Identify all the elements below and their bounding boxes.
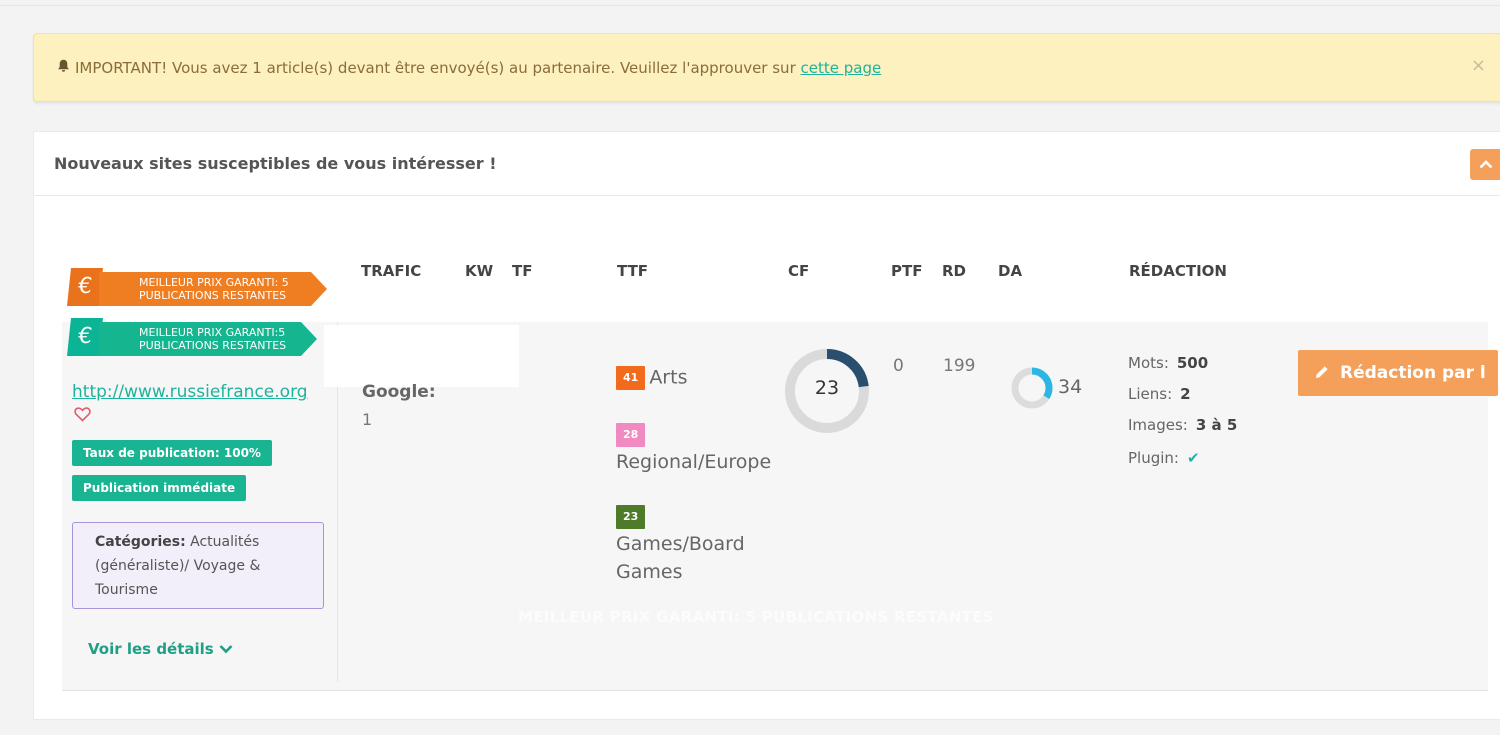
redaction-button[interactable]: Rédaction par l	[1298, 350, 1498, 396]
suggested-sites-panel: Nouveaux sites susceptibles de vous inté…	[33, 131, 1500, 720]
ribbon-overlay	[324, 325, 519, 387]
immediate-publication-badge: Publication immédiate	[72, 475, 247, 501]
euro-icon: €	[67, 268, 103, 306]
redaction-plugin: Plugin: ✔	[1128, 449, 1200, 467]
da-donut-chart	[1011, 367, 1053, 409]
categories-box: Catégories: Actualités (généraliste)/ Vo…	[72, 522, 324, 609]
traffic-source-label: Google:	[362, 382, 436, 402]
check-icon: ✔	[1186, 449, 1200, 467]
heart-icon[interactable]	[74, 406, 92, 424]
alert-message: IMPORTANT! Vous avez 1 article(s) devant…	[57, 59, 881, 77]
categories-label: Catégories:	[95, 534, 186, 550]
plugin-label: Plugin:	[1128, 449, 1179, 467]
ttf-badge: 41	[616, 366, 646, 390]
important-alert: IMPORTANT! Vous avez 1 article(s) devant…	[33, 33, 1500, 102]
ribbon-text: MEILLEUR PRIX GARANTI: 5 PUBLICATIONS RE…	[99, 272, 327, 306]
col-header-ptf[interactable]: PTF	[891, 262, 922, 280]
ttf-badge: 23	[616, 504, 646, 529]
redaction-words: Mots: 500	[1128, 354, 1208, 372]
rd-value: 199	[943, 356, 976, 376]
links-value: 2	[1180, 385, 1191, 403]
cf-value: 23	[814, 377, 840, 399]
chevron-up-icon	[1479, 160, 1493, 169]
site-url-link[interactable]: http://www.russiefrance.org	[72, 382, 308, 402]
details-link-label: Voir les détails	[88, 640, 214, 658]
ttf-badge: 28	[616, 422, 646, 447]
alert-page-link[interactable]: cette page	[801, 59, 882, 77]
ttf-label: Regional/Europe	[616, 451, 772, 473]
ribbon-text: MEILLEUR PRIX GARANTI:5 PUBLICATIONS RES…	[99, 322, 317, 356]
col-header-rd[interactable]: RD	[942, 262, 966, 280]
alert-text-body: IMPORTANT! Vous avez 1 article(s) devant…	[75, 59, 796, 77]
words-label: Mots:	[1128, 354, 1169, 372]
redaction-links: Liens: 2	[1128, 385, 1191, 403]
ttf-item: 28 Regional/Europe	[616, 420, 786, 476]
words-value: 500	[1176, 354, 1209, 372]
close-icon[interactable]: ×	[1471, 55, 1486, 76]
euro-icon: €	[67, 318, 103, 356]
ttf-item: 41 Arts	[616, 366, 687, 390]
ttf-item: 23 Games/Board Games	[616, 502, 786, 586]
ttf-label: Arts	[649, 366, 688, 389]
redaction-images: Images: 3 à 5	[1128, 416, 1237, 434]
top-divider	[0, 0, 1500, 6]
ptf-value: 0	[893, 356, 904, 376]
panel-title: Nouveaux sites susceptibles de vous inté…	[54, 154, 497, 173]
col-header-trafic[interactable]: TRAFIC	[361, 262, 421, 280]
col-header-tf[interactable]: TF	[512, 262, 532, 280]
collapse-button[interactable]	[1470, 149, 1500, 180]
price-ribbon-orange: € MEILLEUR PRIX GARANTI: 5 PUBLICATIONS …	[67, 268, 329, 306]
da-value: 34	[1058, 376, 1083, 398]
redaction-button-label: Rédaction par l	[1340, 363, 1486, 383]
col-header-da[interactable]: DA	[998, 262, 1022, 280]
links-label: Liens:	[1128, 385, 1173, 403]
price-ribbon-green: € MEILLEUR PRIX GARANTI:5 PUBLICATIONS R…	[67, 318, 329, 356]
images-label: Images:	[1128, 416, 1188, 434]
publication-rate-badge: Taux de publication: 100%	[72, 440, 272, 466]
col-header-redaction[interactable]: RÉDACTION	[1129, 262, 1227, 280]
ghost-ribbon-text: MEILLEUR PRIX GARANTI: 5 PUBLICATIONS RE…	[518, 608, 994, 626]
details-link[interactable]: Voir les détails	[88, 640, 233, 658]
traffic-value: 1	[362, 410, 373, 429]
bell-icon	[57, 59, 71, 77]
col-header-ttf[interactable]: TTF	[617, 262, 648, 280]
chevron-down-icon	[219, 645, 233, 654]
col-header-cf[interactable]: CF	[788, 262, 809, 280]
images-value: 3 à 5	[1195, 416, 1238, 434]
pencil-icon	[1316, 366, 1328, 378]
ttf-label: Games/Board Games	[616, 533, 745, 583]
col-header-kw[interactable]: KW	[465, 262, 493, 280]
panel-header: Nouveaux sites susceptibles de vous inté…	[34, 132, 1500, 196]
